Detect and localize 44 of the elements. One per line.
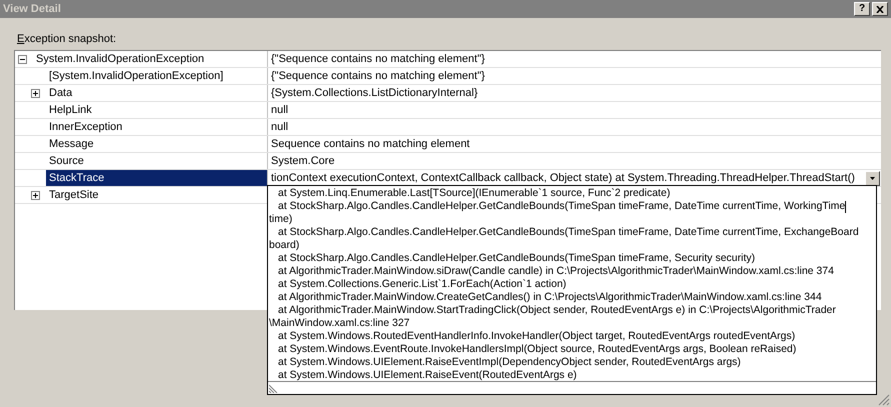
resize-grip-icon[interactable] xyxy=(878,394,890,406)
snapshot-label: Exception snapshot: xyxy=(17,33,116,45)
expand-icon[interactable] xyxy=(31,88,40,98)
stack-trace-line: at System.Linq.Enumerable.Last[TSource](IEnumerable`1 source, Func`2 predicate) xyxy=(277,187,670,200)
stack-trace-line: \MainWindow.xaml.cs:line 327 xyxy=(268,317,410,330)
stack-trace-line: at StockSharp.Algo.Candles.CandleHelper.GetCandleBounds(TimeSpan timeFrame, Security security) xyxy=(277,252,756,265)
property-value: tionContext executionContext, ContextCallback callback, Object state) at System.Threading.ThreadHelper.ThreadStart() xyxy=(271,170,855,186)
property-value: {"Sequence contains no matching element"} xyxy=(271,52,485,67)
stack-trace-line: at System.Windows.RoutedEventHandlerInfo.InvokeHandler(Object target, RoutedEventArgs routedEventArgs) xyxy=(277,330,796,343)
property-value: null xyxy=(271,120,288,135)
stack-trace-line: board) xyxy=(268,239,300,252)
stack-trace-line: at StockSharp.Algo.Candles.CandleHelper.GetCandleBounds(TimeSpan timeFrame, DateTime currentTime, ExchangeBoard xyxy=(277,226,859,239)
stack-trace-line: at System.Windows.EventRoute.InvokeHandlersImpl(Object source, RoutedEventArgs args, Boolean reRaised) xyxy=(277,343,796,356)
stack-trace-line: at System.Collections.Generic.List`1.ForEach(Action`1 action) xyxy=(277,278,566,291)
property-value: {"Sequence contains no matching element"} xyxy=(271,68,485,84)
property-name[interactable]: InnerException xyxy=(46,119,267,135)
caret-icon xyxy=(870,176,875,180)
dropdown-button[interactable] xyxy=(865,170,880,186)
stack-trace-line: at StockSharp.Algo.Candles.CandleHelper.GetCandleBounds(TimeSpan timeFrame, DateTime currentTime, WorkingTime xyxy=(277,200,846,213)
property-value: System.Core xyxy=(271,154,335,169)
property-name[interactable]: TargetSite xyxy=(46,187,267,203)
property-value: {System.Collections.ListDictionaryInternal} xyxy=(271,86,478,101)
property-value: Sequence contains no matching element xyxy=(271,136,470,152)
property-name[interactable]: System.InvalidOperationException xyxy=(33,51,267,67)
help-button[interactable]: ? xyxy=(854,2,870,16)
property-value: null xyxy=(271,102,288,118)
resize-grip-icon[interactable] xyxy=(269,383,279,393)
property-name[interactable]: StackTrace xyxy=(46,170,267,186)
property-name[interactable]: HelpLink xyxy=(46,102,267,118)
property-name[interactable]: Message xyxy=(46,136,267,152)
close-icon xyxy=(876,6,884,12)
stack-trace-line: at System.Windows.UIElement.RaiseEventImpl(DependencyObject sender, RoutedEventArgs args) xyxy=(277,356,741,369)
expand-icon[interactable] xyxy=(31,190,40,200)
collapse-icon[interactable] xyxy=(18,54,27,64)
stack-trace-line: at AlgorithmicTrader.MainWindow.CreateGetCandles() in C:\Projects\AlgorithmicTrader\MainWindow.xaml.cs:line 344 xyxy=(277,291,822,304)
window-title: View Detail xyxy=(3,2,62,17)
stack-trace-line: time) xyxy=(268,213,292,226)
close-button[interactable] xyxy=(872,2,888,16)
stack-trace-line: at AlgorithmicTrader.MainWindow.StartTradingClick(Object sender, RoutedEventArgs e) in C:\Projects\AlgorithmicTrader xyxy=(277,304,836,317)
property-name[interactable]: [System.InvalidOperationException] xyxy=(46,68,267,84)
stack-trace-line: at AlgorithmicTrader.MainWindow.siDraw(Candle candle) in C:\Projects\AlgorithmicTrader\MainWindow.xaml.cs:line 374 xyxy=(277,265,834,278)
property-name[interactable]: Source xyxy=(46,153,267,169)
property-name[interactable]: Data xyxy=(46,85,267,101)
stack-trace-line: at System.Windows.UIElement.RaiseEvent(RoutedEventArgs e) xyxy=(277,369,577,382)
